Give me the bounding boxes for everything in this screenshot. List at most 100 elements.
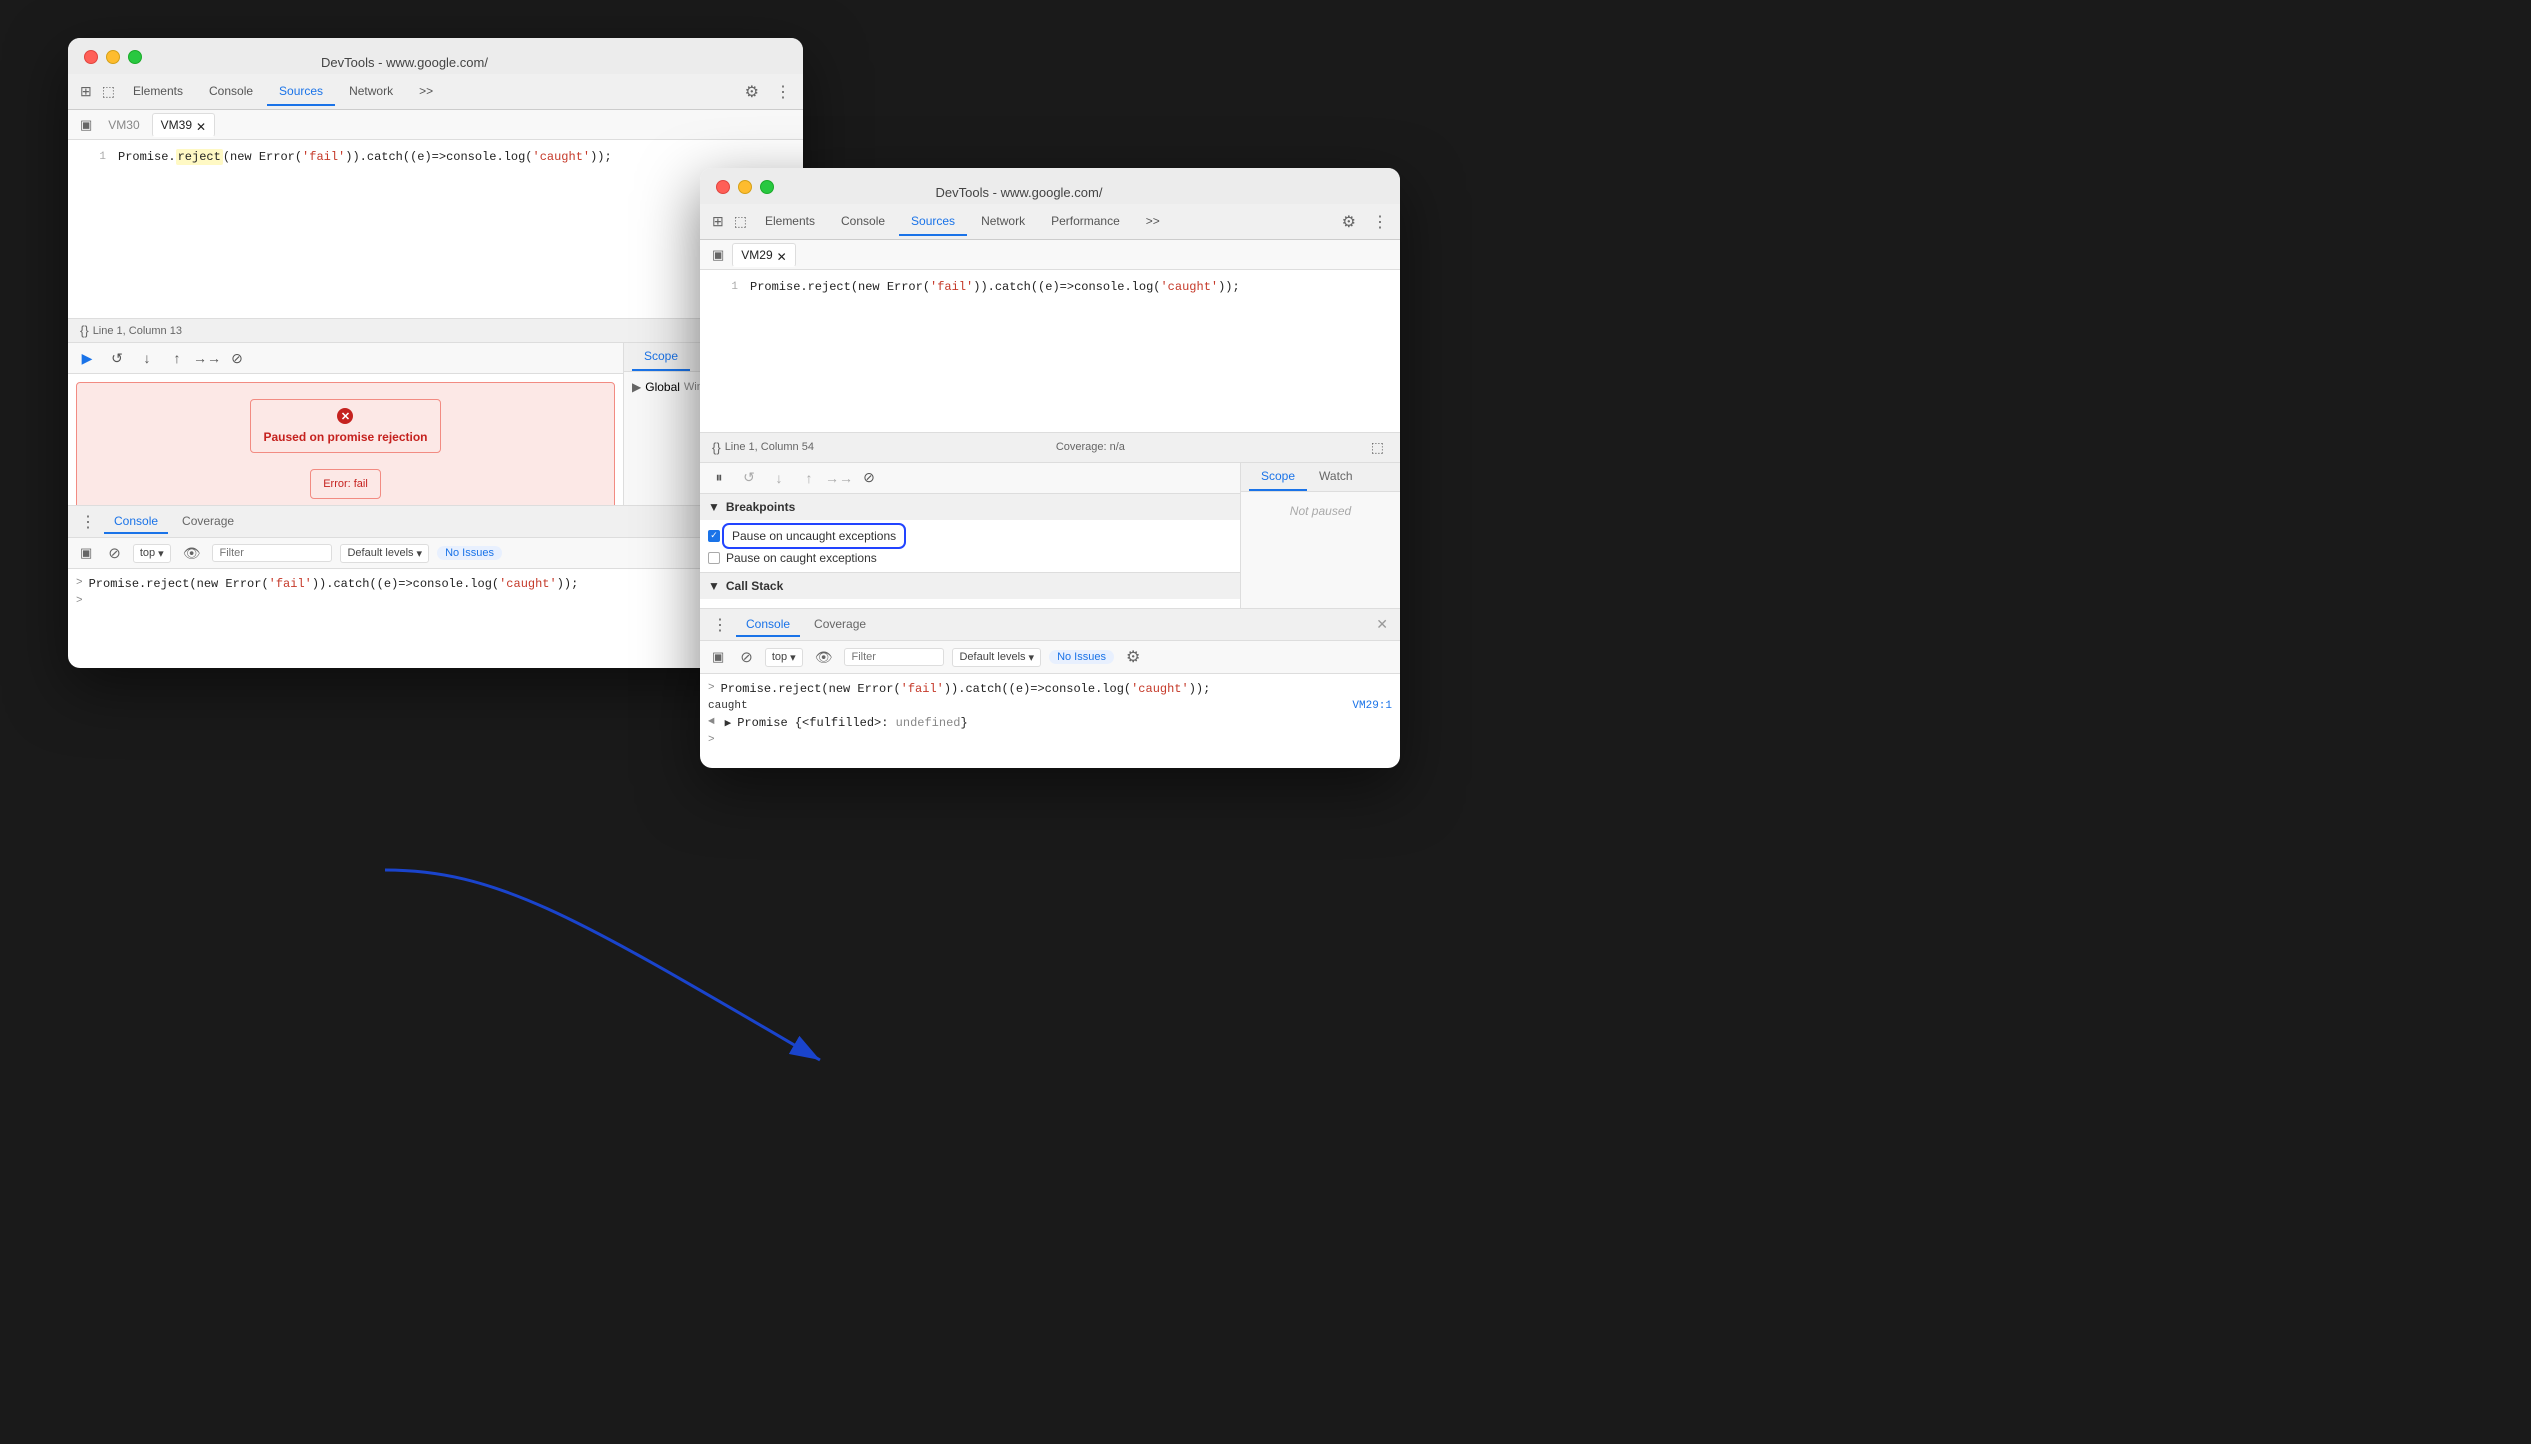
context-dropdown-1[interactable]: top ▾: [133, 544, 171, 563]
breakpoints-section-2: ▼ Breakpoints ✓ Pause on uncaught except…: [700, 494, 1240, 573]
close-tab-vm39[interactable]: ✕: [196, 120, 206, 130]
inspect-icon-2[interactable]: ⬚: [730, 211, 751, 232]
console-tabs-2: ⋮ Console Coverage ✕: [700, 609, 1400, 641]
close-console-2[interactable]: ✕: [1372, 614, 1392, 635]
step-btn-2[interactable]: →→: [828, 467, 850, 489]
dock-icon-1[interactable]: ⊞: [76, 81, 96, 102]
tab-console-2[interactable]: Console: [829, 208, 897, 236]
step-out-btn-2[interactable]: ↑: [798, 467, 820, 489]
arrow-path: [385, 870, 820, 1060]
bp-label-2-2: Pause on caught exceptions: [726, 551, 877, 565]
context-dropdown-2[interactable]: top ▾: [765, 648, 803, 667]
eye-icon-2[interactable]: 👁: [811, 647, 837, 668]
tab-elements-1[interactable]: Elements: [121, 78, 195, 106]
console-tab-console-2[interactable]: Console: [736, 613, 800, 637]
status-position-2: {} Line 1, Column 54: [712, 440, 814, 455]
inspect-icon-1[interactable]: ⬚: [98, 81, 119, 102]
tab-more-1[interactable]: >>: [407, 78, 445, 106]
line-number-1: 1: [76, 151, 106, 163]
coverage-icon-2[interactable]: ⬚: [1367, 437, 1388, 458]
tab-more-2[interactable]: >>: [1134, 208, 1172, 236]
paused-banner-1: ✕ Paused on promise rejection Error: fai…: [76, 382, 615, 505]
sidebar-icon-1[interactable]: ▣: [76, 115, 96, 135]
console-section-1: ⋮ Console Coverage ▣ ⊘ top ▾ 👁 Default l…: [68, 505, 803, 668]
tab-network-1[interactable]: Network: [337, 78, 405, 106]
clear-console-icon-2[interactable]: ⊘: [736, 646, 757, 668]
levels-dropdown-1[interactable]: Default levels ▾: [340, 544, 429, 563]
code-line-1: 1 Promise.reject(new Error('fail')).catc…: [68, 148, 803, 166]
step-into-btn-1[interactable]: ↓: [136, 347, 158, 369]
callstack-header-2[interactable]: ▼ Call Stack: [700, 573, 1240, 599]
close-tab-vm29[interactable]: ✕: [777, 250, 787, 260]
titlebar-2: DevTools - www.google.com/: [700, 168, 1400, 204]
settings-icon-2[interactable]: ⚙: [1338, 210, 1360, 234]
breakpoint-item-2-2: Pause on caught exceptions: [708, 548, 1232, 568]
sidebar-console-icon-1[interactable]: ▣: [76, 543, 96, 563]
step-over-btn-2[interactable]: ↺: [738, 467, 760, 489]
more-icon-2[interactable]: ⋮: [1368, 210, 1392, 234]
breakpoints-content-2: ✓ Pause on uncaught exceptions Pause on …: [700, 520, 1240, 572]
deactivate-btn-1[interactable]: ⊘: [226, 347, 248, 369]
step-over-btn-1[interactable]: ↺: [106, 347, 128, 369]
devtools-window-1: DevTools - www.google.com/ ⊞ ⬚ Elements …: [68, 38, 803, 668]
window-title-1: DevTools - www.google.com/: [82, 55, 727, 70]
tab-sources-2[interactable]: Sources: [899, 208, 967, 236]
step-btn-1[interactable]: →→: [196, 347, 218, 369]
console-content-1: > Promise.reject(new Error('fail')).catc…: [68, 569, 803, 668]
console-tab-console-1[interactable]: Console: [104, 510, 168, 534]
bp-checkbox-2-2[interactable]: [708, 552, 720, 564]
console-toolbar-1: ▣ ⊘ top ▾ 👁 Default levels ▾ No Issues: [68, 538, 803, 569]
code-editor-1: 1 Promise.reject(new Error('fail')).catc…: [68, 140, 803, 318]
tab-sources-1[interactable]: Sources: [267, 78, 335, 106]
bp-checkbox-2-1[interactable]: ✓: [708, 530, 720, 542]
filter-input-1[interactable]: [212, 544, 332, 562]
breakpoint-item-2-1: ✓ Pause on uncaught exceptions: [708, 524, 1232, 548]
scope-panel-2: Scope Watch Not paused: [1240, 463, 1400, 609]
settings-console-2[interactable]: ⚙: [1122, 645, 1144, 669]
code-highlight-reject: reject: [176, 149, 223, 165]
eye-icon-1[interactable]: 👁: [179, 543, 205, 564]
pause-btn-2[interactable]: ⏸: [708, 467, 730, 489]
tab-elements-2[interactable]: Elements: [753, 208, 827, 236]
vm29-link[interactable]: VM29:1: [1352, 700, 1392, 712]
issues-badge-1: No Issues: [437, 546, 502, 560]
filter-input-2[interactable]: [844, 648, 944, 666]
resume-btn-1[interactable]: ▶: [76, 347, 98, 369]
scope-tab-1[interactable]: Scope: [632, 343, 690, 371]
console-line-input-1: > Promise.reject(new Error('fail')).catc…: [76, 575, 795, 593]
scope-tab-2[interactable]: Scope: [1249, 463, 1307, 491]
console-tab-coverage-1[interactable]: Coverage: [172, 510, 244, 534]
file-tab-vm29[interactable]: VM29 ✕: [732, 243, 795, 267]
settings-icon-1[interactable]: ⚙: [741, 80, 763, 104]
file-tab-vm39[interactable]: VM39 ✕: [152, 113, 215, 137]
levels-dropdown-2[interactable]: Default levels ▾: [952, 648, 1041, 667]
issues-badge-2: No Issues: [1049, 650, 1114, 664]
left-panel-1: ▶ ↺ ↓ ↑ →→ ⊘ ✕ Paused on promise rejecti…: [68, 343, 623, 505]
more-icon-1[interactable]: ⋮: [771, 80, 795, 104]
console-dots-2[interactable]: ⋮: [708, 613, 732, 637]
clear-console-icon-1[interactable]: ⊘: [104, 542, 125, 564]
step-out-btn-1[interactable]: ↑: [166, 347, 188, 369]
titlebar-1: DevTools - www.google.com/: [68, 38, 803, 74]
tab-console-1[interactable]: Console: [197, 78, 265, 106]
not-paused-scope-2: Not paused: [1241, 492, 1400, 530]
sidebar-icon-2[interactable]: ▣: [708, 245, 728, 265]
tab-performance-2[interactable]: Performance: [1039, 208, 1132, 236]
file-tabs-2: ▣ VM29 ✕: [700, 240, 1400, 270]
callstack-section-2: ▼ Call Stack Not paused: [700, 573, 1240, 609]
devtools-window-2: DevTools - www.google.com/ ⊞ ⬚ Elements …: [700, 168, 1400, 768]
console-tab-coverage-2[interactable]: Coverage: [804, 613, 876, 637]
step-into-btn-2[interactable]: ↓: [768, 467, 790, 489]
status-bar-2: {} Line 1, Column 54 Coverage: n/a ⬚: [700, 432, 1400, 463]
panel-tabs-2: Scope Watch: [1241, 463, 1400, 492]
breakpoints-header-2[interactable]: ▼ Breakpoints: [700, 494, 1240, 520]
file-tab-vm30[interactable]: VM30: [100, 114, 147, 136]
dock-icon-2[interactable]: ⊞: [708, 211, 728, 232]
console-dots-1[interactable]: ⋮: [76, 510, 100, 534]
sidebar-console-icon-2[interactable]: ▣: [708, 647, 728, 667]
deactivate-btn-2[interactable]: ⊘: [858, 467, 880, 489]
console-line-empty-1: >: [76, 593, 795, 609]
paused-detail-1: Error: fail: [310, 469, 381, 499]
watch-tab-2[interactable]: Watch: [1307, 463, 1365, 491]
tab-network-2[interactable]: Network: [969, 208, 1037, 236]
